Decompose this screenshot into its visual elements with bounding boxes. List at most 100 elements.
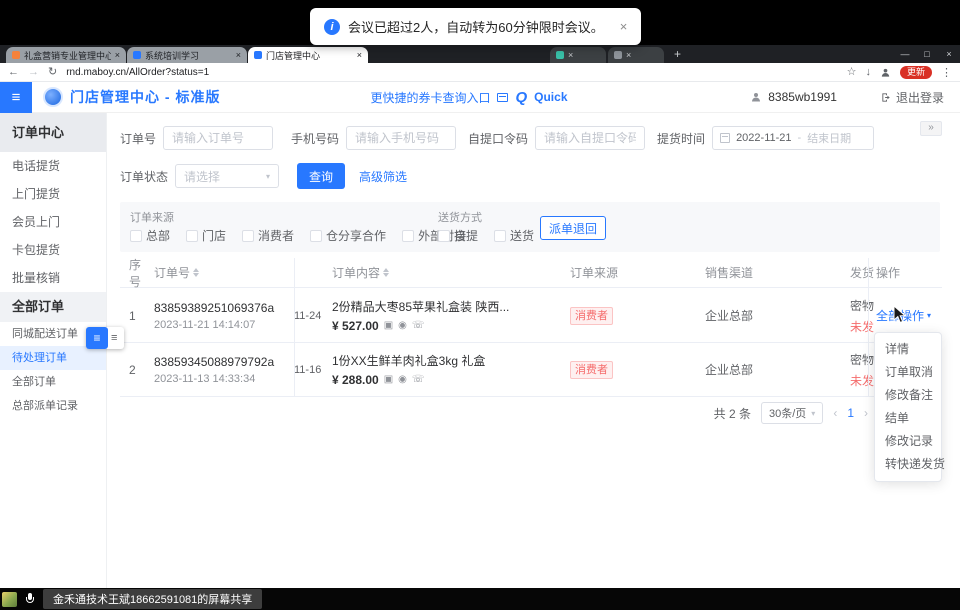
quick-logo-icon: Q [515, 89, 527, 106]
order-no-value[interactable]: 83859389251069376a [154, 301, 274, 315]
sidebar-item-card-pickup[interactable]: 卡包提货 [0, 236, 106, 264]
gift-icon: ▣ [384, 321, 393, 331]
close-window-icon[interactable]: × [938, 45, 960, 63]
menu-item-details[interactable]: 详情 [875, 338, 941, 361]
price-row: ¥ 288.00 ▣ ◉ ☏ [332, 373, 424, 387]
next-page-button[interactable]: › [864, 406, 868, 420]
sidebar-section-all-orders[interactable]: 全部订单 [0, 292, 106, 322]
checkbox-delivery-ship[interactable]: 送货 [494, 227, 534, 244]
phone-input[interactable] [346, 126, 456, 150]
pickup-date-value: 11-24 [294, 310, 321, 322]
browser-tab-small-1[interactable]: × [550, 47, 606, 63]
toast-close-icon[interactable]: × [620, 19, 628, 34]
current-page-number[interactable]: 1 [847, 406, 854, 420]
info-icon: i [324, 19, 340, 35]
scan-icon: ◉ [398, 321, 407, 331]
profile-icon[interactable] [880, 67, 891, 78]
sidebar-item-phone-pickup[interactable]: 电话提货 [0, 152, 106, 180]
tab-close-icon[interactable]: × [236, 50, 241, 60]
collapse-filters-button[interactable]: » [920, 121, 942, 136]
order-no-value[interactable]: 83859345088979792a [154, 355, 274, 369]
floating-menu-button[interactable]: ≡ [86, 327, 108, 349]
table-row: 1 83859389251069376a 2023-11-21 14:14:07… [120, 289, 942, 343]
checkbox-source-store[interactable]: 门店 [186, 227, 226, 244]
tab-close-icon[interactable]: × [115, 50, 120, 60]
browser-menu-icon[interactable]: ⋮ [941, 66, 952, 79]
checkbox-source-share-coop[interactable]: 仓分享合作 [310, 227, 386, 244]
tab-close-icon[interactable]: × [626, 50, 631, 60]
browser-tab-2[interactable]: 系统培训学习 × [127, 47, 247, 63]
download-icon[interactable]: ↓ [865, 67, 871, 78]
sidebar-item-pending-orders[interactable]: 待处理订单 [0, 346, 106, 370]
order-status-label: 订单状态 [120, 168, 168, 185]
column-order-no[interactable]: 订单号 [154, 264, 294, 281]
microphone-icon[interactable] [26, 593, 34, 605]
coupon-search-link[interactable]: 更快捷的券卡查询入口 [370, 89, 490, 106]
back-icon[interactable]: ← [8, 67, 19, 78]
logout-icon [881, 92, 892, 103]
dispatch-return-button[interactable]: 派单退回 [540, 216, 606, 240]
price-value: ¥ 527.00 [332, 319, 379, 333]
floating-widget[interactable]: ≡ ≡ [86, 327, 124, 349]
user-icon [750, 91, 762, 103]
logout-button[interactable]: 退出登录 [881, 89, 944, 106]
browser-tab-small-2[interactable]: × [608, 47, 664, 63]
order-no-input[interactable] [163, 126, 273, 150]
forward-icon[interactable]: → [28, 67, 39, 78]
menu-item-edit-remark[interactable]: 修改备注 [875, 384, 941, 407]
pickup-code-input[interactable] [535, 126, 645, 150]
sidebar-item-all-orders[interactable]: 全部订单 [0, 370, 106, 394]
checkbox-label: 仓分享合作 [326, 227, 386, 244]
phone-label: 手机号码 [291, 130, 339, 147]
menu-item-edit-history[interactable]: 修改记录 [875, 430, 941, 453]
url-field[interactable]: rnd.maboy.cn/AllOrder?status=1 [66, 67, 209, 78]
tab-close-icon[interactable]: × [357, 50, 362, 60]
sort-icon[interactable] [193, 268, 199, 277]
end-date-placeholder[interactable]: 结束日期 [807, 130, 851, 146]
hamburger-menu-button[interactable]: ≡ [0, 82, 32, 113]
bookmark-star-icon[interactable]: ☆ [847, 67, 857, 78]
page-size-select[interactable]: 30条/页 ▾ [761, 402, 823, 424]
advanced-filter-link[interactable]: 高级筛选 [359, 168, 407, 185]
sort-icon[interactable] [383, 268, 389, 277]
chrome-update-button[interactable]: 更新 [900, 66, 932, 79]
source-checkbox-group: 总部 门店 消费者 仓分享合作 外部对接 [130, 227, 482, 244]
browser-tab-active[interactable]: 门店管理中心 × [248, 47, 368, 63]
order-content-value: 1份XX生鲜羊肉礼盒3kg 礼盒 [332, 352, 485, 369]
consumer-tag: 消费者 [570, 307, 613, 325]
menu-item-settle[interactable]: 结单 [875, 407, 941, 430]
new-tab-button[interactable]: + [674, 47, 681, 61]
sidebar-item-hq-dispatch-records[interactable]: 总部派单记录 [0, 394, 106, 418]
column-order-content[interactable]: 订单内容 [332, 264, 570, 281]
prev-page-button[interactable]: ‹ [833, 406, 837, 420]
date-range-picker[interactable]: 2022-11-21 - 结束日期 [712, 126, 874, 150]
browser-tab-1[interactable]: 礼盒营销专业管理中心 × [6, 47, 126, 63]
sidebar-item-door-pickup[interactable]: 上门提货 [0, 180, 106, 208]
minimize-icon[interactable]: — [894, 45, 916, 63]
sidebar: 订单中心 电话提货 上门提货 会员上门 卡包提货 批量核销 全部订单 同城配送订… [0, 113, 107, 588]
tab-close-icon[interactable]: × [568, 50, 573, 60]
checkbox-icon [242, 230, 254, 242]
quick-search-link[interactable]: Quick [534, 90, 567, 104]
checkbox-source-hq[interactable]: 总部 [130, 227, 170, 244]
order-source-cell: 消费者 [570, 361, 705, 379]
action-cell: 全部操作 ▾ [876, 307, 942, 324]
order-source-panel: 订单来源 送货方式 总部 门店 消费者 仓分享合作 外部对接 [120, 202, 940, 252]
table-header: 序号 订单号 订单内容 订单来源 销售渠道 发货 操作 [120, 258, 942, 288]
menu-item-express-ship[interactable]: 转快递发货 [875, 453, 941, 476]
checkbox-delivery-selfpickup[interactable]: 自提 [438, 227, 478, 244]
sidebar-item-member-visit[interactable]: 会员上门 [0, 208, 106, 236]
order-no-cell: 83859345088979792a 2023-11-13 14:33:34 [154, 355, 294, 385]
reload-icon[interactable]: ↻ [48, 67, 57, 78]
tab-favicon [614, 51, 622, 59]
checkbox-source-consumer[interactable]: 消费者 [242, 227, 294, 244]
sidebar-item-batch-verify[interactable]: 批量核销 [0, 264, 106, 292]
pickup-code-label: 自提口令码 [468, 130, 528, 147]
start-date-value[interactable]: 2022-11-21 [736, 132, 791, 144]
order-content-cell: 2份精品大枣85苹果礼盒装 陕西... ¥ 527.00 ▣ ◉ ☏ [332, 298, 570, 333]
maximize-icon[interactable]: □ [916, 45, 938, 63]
order-status-select[interactable]: 请选择 ▾ [175, 164, 279, 188]
menu-item-cancel-order[interactable]: 订单取消 [875, 361, 941, 384]
shipping-cell: 密物 未发 [850, 351, 876, 389]
search-button[interactable]: 查询 [297, 163, 345, 189]
